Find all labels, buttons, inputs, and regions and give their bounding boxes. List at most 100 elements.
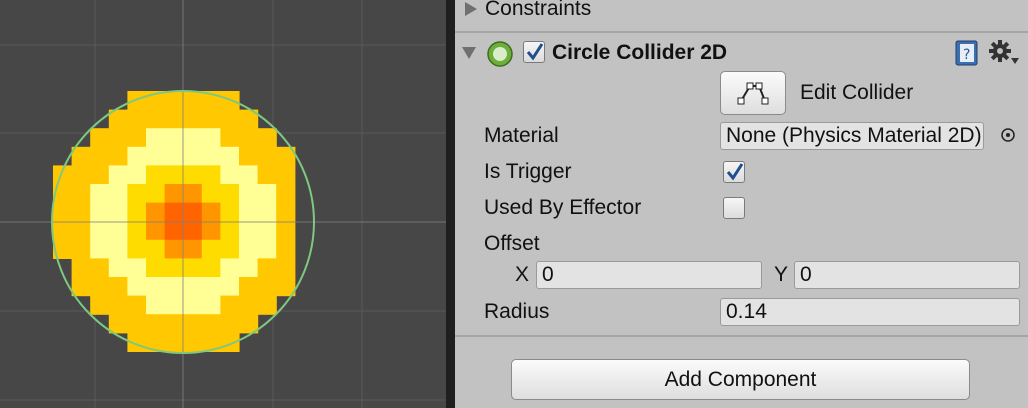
sprite-pixel — [164, 239, 184, 259]
radius-field[interactable]: 0.14 — [720, 298, 1020, 326]
sprite-pixel — [239, 146, 259, 166]
sprite-pixel — [276, 239, 296, 259]
offset-x-label[interactable]: X — [515, 262, 529, 288]
sprite-pixel — [71, 184, 91, 204]
sprite-pixel — [108, 277, 128, 297]
used-by-effector-checkbox[interactable] — [723, 197, 745, 219]
sprite-pixel — [127, 128, 147, 148]
sprite-pixel — [220, 239, 240, 259]
component-title: Circle Collider 2D — [552, 41, 728, 64]
sprite-pixel — [183, 91, 203, 111]
sprite-pixel — [146, 239, 166, 259]
sprite-pixel — [146, 258, 166, 278]
sprite-pixel — [53, 202, 73, 222]
section-separator — [455, 31, 1028, 33]
component-enabled-checkbox[interactable] — [523, 41, 545, 63]
sprite-pixel — [90, 295, 110, 315]
sprite-pixel — [108, 202, 128, 222]
sprite-pixel — [146, 277, 166, 297]
help-book-icon[interactable]: ? — [954, 40, 980, 66]
svg-text:?: ? — [963, 47, 970, 63]
sprite-pixel — [53, 221, 73, 241]
edit-collider-label: Edit Collider — [800, 81, 914, 104]
sprite-pixel — [276, 165, 296, 185]
sprite-pixel — [146, 165, 166, 185]
sprite-pixel — [239, 202, 259, 222]
sprite-pixel — [220, 165, 240, 185]
sprite-pixel — [71, 221, 91, 241]
gear-icon[interactable] — [988, 38, 1020, 68]
sprite-pixel — [201, 239, 221, 259]
sprite-pixel — [183, 184, 203, 204]
scene-canvas[interactable] — [0, 0, 446, 408]
offset-y-field[interactable]: 0 — [794, 261, 1020, 289]
sprite-pixel — [183, 165, 203, 185]
sprite-pixel — [108, 128, 128, 148]
sprite-pixel — [71, 277, 91, 297]
sprite-pixel — [201, 202, 221, 222]
edit-collider-icon — [737, 82, 769, 105]
sprite-pixel — [183, 277, 203, 297]
sprite-pixel — [90, 202, 110, 222]
sprite-pixel — [164, 128, 184, 148]
sprite-pixel — [201, 258, 221, 278]
sprite-pixel — [146, 295, 166, 315]
sprite-pixel — [239, 258, 259, 278]
sprite-pixel — [220, 109, 240, 129]
sprite-pixel — [146, 128, 166, 148]
sprite-pixel — [90, 128, 110, 148]
sprite-pixel — [90, 239, 110, 259]
sprite-pixel — [239, 184, 259, 204]
used-by-effector-label: Used By Effector — [484, 196, 642, 219]
sprite-pixel — [220, 221, 240, 241]
sprite-pixel — [257, 184, 277, 204]
sprite-pixel — [108, 146, 128, 166]
sprite-pixel — [220, 184, 240, 204]
sprite-pixel — [239, 165, 259, 185]
sprite-pixel — [90, 184, 110, 204]
sprite-pixel — [276, 202, 296, 222]
component-foldout-arrow-icon[interactable] — [462, 47, 476, 59]
sprite-pixel — [183, 314, 203, 334]
sprite-pixel — [220, 295, 240, 315]
sprite-pixel — [220, 314, 240, 334]
material-field[interactable]: None (Physics Material 2D) — [720, 122, 984, 150]
constraints-label[interactable]: Constraints — [485, 0, 591, 22]
scene-view[interactable] — [0, 0, 446, 408]
panel-divider[interactable] — [446, 0, 455, 408]
sprite-pixel — [108, 258, 128, 278]
sprite-pixel — [164, 258, 184, 278]
sprite-pixel — [164, 332, 184, 352]
sprite-pixel — [257, 295, 277, 315]
sprite-pixel — [146, 221, 166, 241]
sprite-pixel — [146, 109, 166, 129]
sprite-pixel — [220, 258, 240, 278]
offset-label: Offset — [484, 232, 540, 255]
offset-x-field[interactable]: 0 — [536, 261, 762, 289]
sprite-pixel — [146, 314, 166, 334]
sprite-pixel — [127, 146, 147, 166]
sprite-pixel — [108, 314, 128, 334]
sprite-pixel — [220, 128, 240, 148]
sprite-pixel — [71, 258, 91, 278]
sprite-pixel — [127, 165, 147, 185]
sprite-pixel — [257, 202, 277, 222]
sprite-pixel — [146, 184, 166, 204]
sprite-pixel — [201, 277, 221, 297]
constraints-foldout-arrow-icon[interactable] — [465, 2, 477, 16]
sprite-pixel — [127, 277, 147, 297]
sprite-pixel — [127, 109, 147, 129]
edit-collider-button[interactable] — [720, 71, 786, 115]
sprite-pixel — [90, 221, 110, 241]
offset-y-label[interactable]: Y — [774, 262, 788, 288]
sprite-pixel — [201, 109, 221, 129]
sprite-pixel — [127, 314, 147, 334]
add-component-button[interactable]: Add Component — [511, 359, 970, 400]
sprite-pixel — [71, 202, 91, 222]
sprite-pixel — [257, 239, 277, 259]
sprite-pixel — [108, 221, 128, 241]
radius-label[interactable]: Radius — [484, 299, 549, 325]
is-trigger-checkbox[interactable] — [723, 161, 745, 183]
object-picker-icon[interactable] — [999, 126, 1017, 144]
inspector-panel: Constraints Circle Collider 2D ? Edit Co… — [455, 0, 1028, 408]
